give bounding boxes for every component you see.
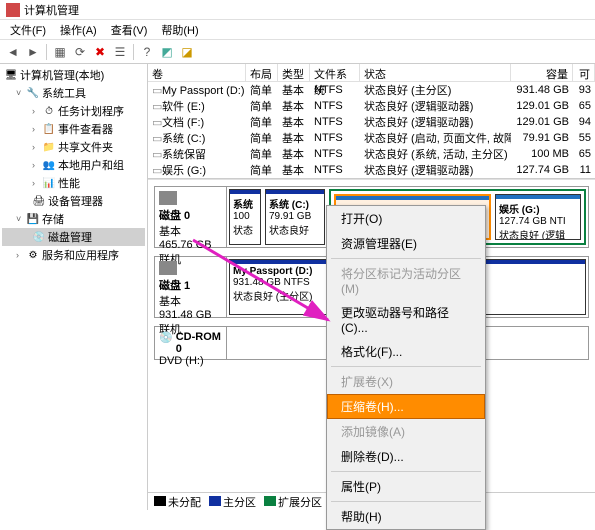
delete-icon[interactable]: ✖ — [91, 43, 109, 61]
tree-perf[interactable]: ›📊性能 — [2, 174, 145, 192]
tree-storage[interactable]: ˅💾存储 — [2, 210, 145, 228]
ctx-props[interactable]: 属性(P) — [327, 474, 485, 499]
col-capacity[interactable]: 容量 — [511, 64, 573, 81]
toolbar: ◄ ► ▦ ⟳ ✖ ☰ ? ◩ ◪ — [0, 40, 595, 64]
cd-icon: 💿 — [159, 331, 173, 355]
menu-help[interactable]: 帮助(H) — [155, 20, 204, 40]
opt1-icon[interactable]: ◩ — [158, 43, 176, 61]
nav-tree: 🖥计算机管理(本地) ˅🔧系统工具 ›⏱任务计划程序 ›📋事件查看器 ›📁共享文… — [0, 64, 148, 510]
part-g[interactable]: 娱乐 (G:)127.74 GB NTI状态良好 (逻辑 — [495, 194, 581, 240]
pane-icon[interactable]: ▦ — [51, 43, 69, 61]
tree-evlog[interactable]: ›📋事件查看器 — [2, 120, 145, 138]
tree-users[interactable]: ›👥本地用户和组 — [2, 156, 145, 174]
tree-sched[interactable]: ›⏱任务计划程序 — [2, 102, 145, 120]
menu-file[interactable]: 文件(F) — [4, 20, 52, 40]
opt2-icon[interactable]: ◪ — [178, 43, 196, 61]
volume-row[interactable]: ▭软件 (E:)简单基本NTFS状态良好 (逻辑驱动器)129.01 GB65 — [148, 98, 595, 114]
ctx-format[interactable]: 格式化(F)... — [327, 339, 485, 364]
window-title: 计算机管理 — [24, 2, 79, 18]
tree-diskmgmt[interactable]: 💿磁盘管理 — [2, 228, 145, 246]
tree-systools[interactable]: ˅🔧系统工具 — [2, 84, 145, 102]
app-icon — [6, 3, 20, 17]
ctx-delete[interactable]: 删除卷(D)... — [327, 444, 485, 469]
tree-services[interactable]: ›⚙服务和应用程序 — [2, 246, 145, 264]
ctx-extend: 扩展卷(X) — [327, 369, 485, 394]
tree-root[interactable]: 🖥计算机管理(本地) — [2, 66, 145, 84]
tree-devmgr[interactable]: 🖨设备管理器 — [2, 192, 145, 210]
menu-view[interactable]: 查看(V) — [105, 20, 154, 40]
volume-row[interactable]: ▭系统 (C:)简单基本NTFS状态良好 (启动, 页面文件, 故障转储, 主分… — [148, 130, 595, 146]
volume-row[interactable]: ▭My Passport (D:)简单基本NTFS状态良好 (主分区)931.4… — [148, 82, 595, 98]
col-type[interactable]: 类型 — [278, 64, 310, 81]
part-c[interactable]: 系统 (C:)79.91 GB状态良好 — [265, 189, 325, 245]
refresh-icon[interactable]: ⟳ — [71, 43, 89, 61]
disk-icon — [159, 191, 177, 205]
volume-header: 卷 布局 类型 文件系统 状态 容量 可 — [148, 64, 595, 82]
ctx-open[interactable]: 打开(O) — [327, 206, 485, 231]
volume-row[interactable]: ▭系统保留简单基本NTFS状态良好 (系统, 活动, 主分区)100 MB65 — [148, 146, 595, 162]
ctx-chletter[interactable]: 更改驱动器号和路径(C)... — [327, 300, 485, 339]
tree-shared[interactable]: ›📁共享文件夹 — [2, 138, 145, 156]
back-icon[interactable]: ◄ — [4, 43, 22, 61]
context-menu: 打开(O) 资源管理器(E) 将分区标记为活动分区(M) 更改驱动器号和路径(C… — [326, 205, 486, 530]
col-layout[interactable]: 布局 — [246, 64, 278, 81]
menu-bar: 文件(F) 操作(A) 查看(V) 帮助(H) — [0, 20, 595, 40]
part-reserved[interactable]: 系统100状态 — [229, 189, 261, 245]
col-fs[interactable]: 文件系统 — [310, 64, 360, 81]
volume-list: 卷 布局 类型 文件系统 状态 容量 可 ▭My Passport (D:)简单… — [148, 64, 595, 179]
forward-icon[interactable]: ► — [24, 43, 42, 61]
disk-icon — [159, 261, 177, 275]
col-volume[interactable]: 卷 — [148, 64, 246, 81]
ctx-mirror: 添加镜像(A) — [327, 419, 485, 444]
ctx-shrink[interactable]: 压缩卷(H)... — [327, 394, 485, 419]
volume-row[interactable]: ▭娱乐 (G:)简单基本NTFS状态良好 (逻辑驱动器)127.74 GB11 — [148, 162, 595, 178]
window-titlebar: 计算机管理 — [0, 0, 595, 20]
col-avail[interactable]: 可 — [573, 64, 595, 81]
ctx-markactive: 将分区标记为活动分区(M) — [327, 261, 485, 300]
volume-row[interactable]: ▭文档 (F:)简单基本NTFS状态良好 (逻辑驱动器)129.01 GB94 — [148, 114, 595, 130]
ctx-explorer[interactable]: 资源管理器(E) — [327, 231, 485, 256]
menu-action[interactable]: 操作(A) — [54, 20, 103, 40]
props-icon[interactable]: ☰ — [111, 43, 129, 61]
help-icon[interactable]: ? — [138, 43, 156, 61]
ctx-help[interactable]: 帮助(H) — [327, 504, 485, 529]
col-status[interactable]: 状态 — [360, 64, 511, 81]
